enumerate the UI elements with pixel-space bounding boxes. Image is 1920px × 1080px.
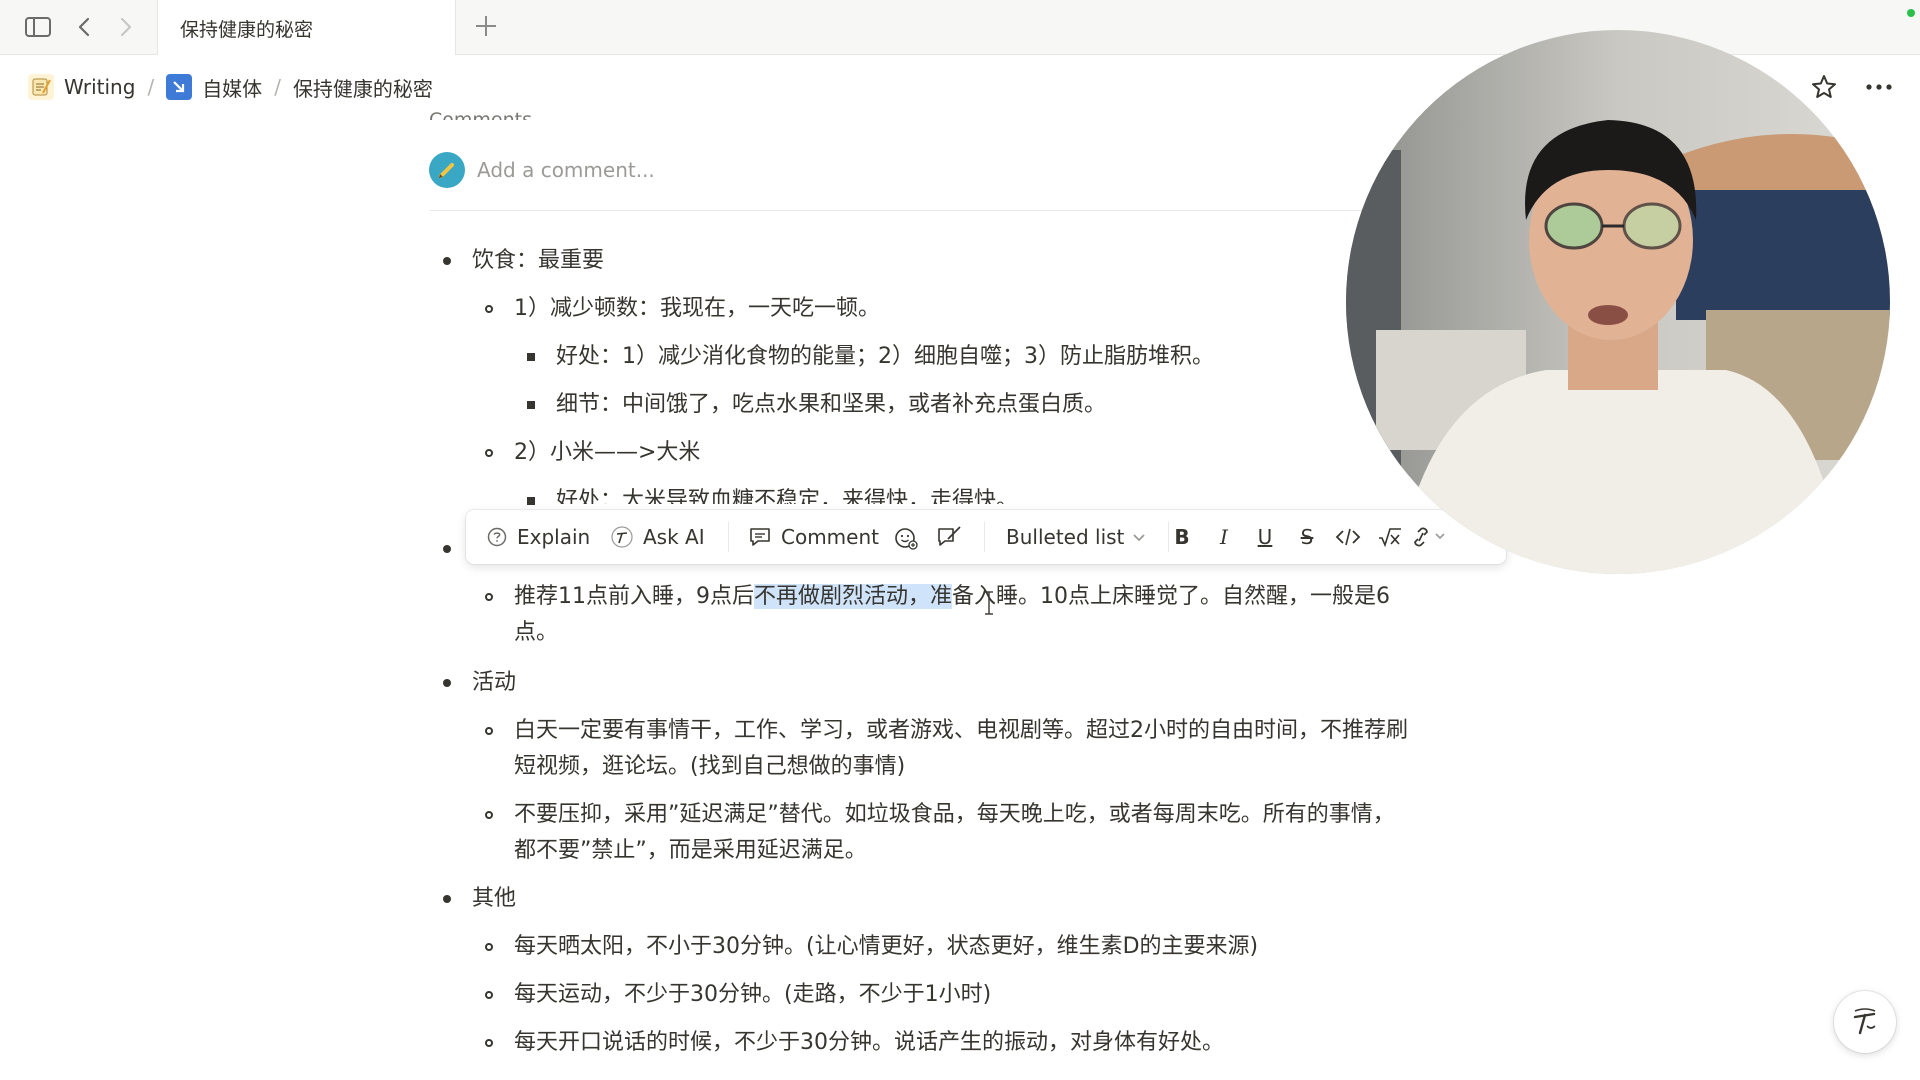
explain-button[interactable]: Explain xyxy=(486,510,590,564)
breadcrumb-separator: / xyxy=(147,75,155,99)
ai-face-icon xyxy=(1853,1008,1876,1035)
list-item[interactable]: 1）减少顿数：我现在，一天吃一顿。 xyxy=(514,294,880,324)
ai-assistant-button[interactable] xyxy=(1834,991,1896,1053)
list-item[interactable]: 2）小米——>大米 xyxy=(514,438,700,468)
block-type-dropdown[interactable]: Bulleted list xyxy=(1006,510,1147,564)
selected-text: 不再做剧烈活动，准 xyxy=(754,584,953,609)
toolbar-separator xyxy=(984,522,985,552)
italic-button[interactable]: I xyxy=(1211,525,1237,549)
toolbar-separator xyxy=(728,522,729,552)
bullet xyxy=(527,401,535,409)
block-type-label: Bulleted list xyxy=(1006,525,1125,549)
bullet xyxy=(443,679,451,687)
list-item[interactable]: 细节：中间饿了，吃点水果和坚果，或者补充点蛋白质。 xyxy=(556,390,1106,420)
tab-title: 保持健康的秘密 xyxy=(180,19,314,41)
comment-input[interactable] xyxy=(477,154,1117,186)
bullet xyxy=(527,497,535,505)
list-item[interactable]: 好处：1）减少消化食物的能量；2）细胞自噬；3）防止脂肪堆积。 xyxy=(556,342,1214,372)
status-dot xyxy=(1907,9,1915,17)
list-item-continuation: 都不要”禁止”，而是采用延迟满足。 xyxy=(514,838,867,863)
breadcrumb-item-page[interactable]: 保持健康的秘密 xyxy=(293,73,433,102)
star-icon[interactable] xyxy=(1810,73,1838,101)
webcam-video xyxy=(1346,30,1890,574)
suggest-edit-icon[interactable] xyxy=(936,524,964,550)
text-segment: 备入睡。10点上床睡觉了。自然醒，一般是6 xyxy=(952,584,1391,609)
back-icon[interactable] xyxy=(72,14,98,40)
list-item[interactable]: 白天一定要有事情干，工作、学习，或者游戏、电视剧等。超过2小时的自由时间，不推荐… xyxy=(514,716,1408,746)
list-item-continuation: 短视频，逛论坛。(找到自己想做的事情) xyxy=(514,754,906,779)
list-item-continuation: 点。 xyxy=(514,620,559,645)
bullet xyxy=(443,545,451,553)
list-item[interactable]: 不要压抑，采用”延迟满足”替代。如垃圾食品，每天晚上吃，或者每周末吃。所有的事情… xyxy=(514,800,1395,830)
bullet xyxy=(485,991,493,999)
comment-button[interactable]: Comment xyxy=(748,510,879,564)
comment-label: Comment xyxy=(781,525,879,549)
sidebar-toggle-icon[interactable] xyxy=(24,14,51,40)
list-item[interactable]: 每天晒太阳，不小于30分钟。(让心情更好，状态更好，维生素D的主要来源) xyxy=(514,932,1258,962)
code-icon[interactable] xyxy=(1334,525,1362,549)
bullet xyxy=(485,449,493,457)
list-item-other[interactable]: 其他 xyxy=(472,884,516,914)
breadcrumb: Writing / 自媒体 / 保持健康的秘密 xyxy=(28,70,433,104)
ask-ai-label: Ask AI xyxy=(643,525,705,549)
breadcrumb-separator: / xyxy=(274,75,281,99)
ai-face-icon xyxy=(611,526,633,548)
list-item-diet[interactable]: 饮食：最重要 xyxy=(472,246,604,276)
more-icon[interactable] xyxy=(1863,73,1895,101)
text-cursor-icon xyxy=(984,590,994,616)
bullet xyxy=(443,257,451,265)
breadcrumb-item-media[interactable]: 自媒体 xyxy=(202,73,262,102)
equation-icon[interactable] xyxy=(1376,525,1404,549)
bullet xyxy=(485,727,493,735)
bullet xyxy=(485,943,493,951)
bold-button[interactable]: B xyxy=(1169,525,1195,549)
arrow-box-icon xyxy=(166,74,193,100)
avatar xyxy=(429,152,465,188)
breadcrumb-item-writing[interactable]: Writing xyxy=(64,75,135,99)
bullet xyxy=(485,811,493,819)
underline-button[interactable]: U xyxy=(1252,525,1278,549)
explain-label: Explain xyxy=(517,525,591,549)
forward-icon[interactable] xyxy=(112,14,138,40)
bullet xyxy=(485,1039,493,1047)
bullet xyxy=(527,353,535,361)
list-item[interactable]: 好处：大米导致血糖不稳定，来得快，走得快。 xyxy=(556,486,1018,504)
list-item[interactable]: 每天运动，不少于30分钟。(走路，不少于1小时) xyxy=(514,980,991,1010)
plus-icon[interactable] xyxy=(472,12,500,40)
bullet xyxy=(485,593,493,601)
format-toolbar: Explain Ask AI Comment Bulleted list B I… xyxy=(466,510,1506,564)
bullet xyxy=(485,305,493,313)
memo-icon xyxy=(28,74,54,100)
emoji-add-icon[interactable] xyxy=(893,525,919,551)
comments-heading: Comments xyxy=(429,109,532,120)
strikethrough-button[interactable]: S xyxy=(1294,525,1320,549)
tab-active[interactable]: 保持健康的秘密 xyxy=(157,0,456,55)
comment-icon xyxy=(750,528,770,546)
list-item-sleep[interactable]: 推荐11点前入睡，9点后不再做剧烈活动，准备入睡。10点上床睡觉了。自然醒，一般… xyxy=(514,582,1390,612)
chevron-down-icon xyxy=(1133,534,1146,542)
link-icon[interactable] xyxy=(1410,524,1452,550)
list-item[interactable]: 每天开口说话的时候，不少于30分钟。说话产生的振动，对身体有好处。 xyxy=(514,1028,1224,1058)
divider xyxy=(429,210,1489,211)
list-item-text: 好处：大米导致血糖不稳定，来得快，走得快。 xyxy=(556,488,1019,504)
bullet xyxy=(443,895,451,903)
list-item-activity[interactable]: 活动 xyxy=(472,668,516,698)
text-segment: 推荐11点前入睡，9点后 xyxy=(514,584,754,609)
question-circle-icon xyxy=(487,527,507,547)
pencil-icon xyxy=(439,163,454,178)
ask-ai-button[interactable]: Ask AI xyxy=(610,510,705,564)
